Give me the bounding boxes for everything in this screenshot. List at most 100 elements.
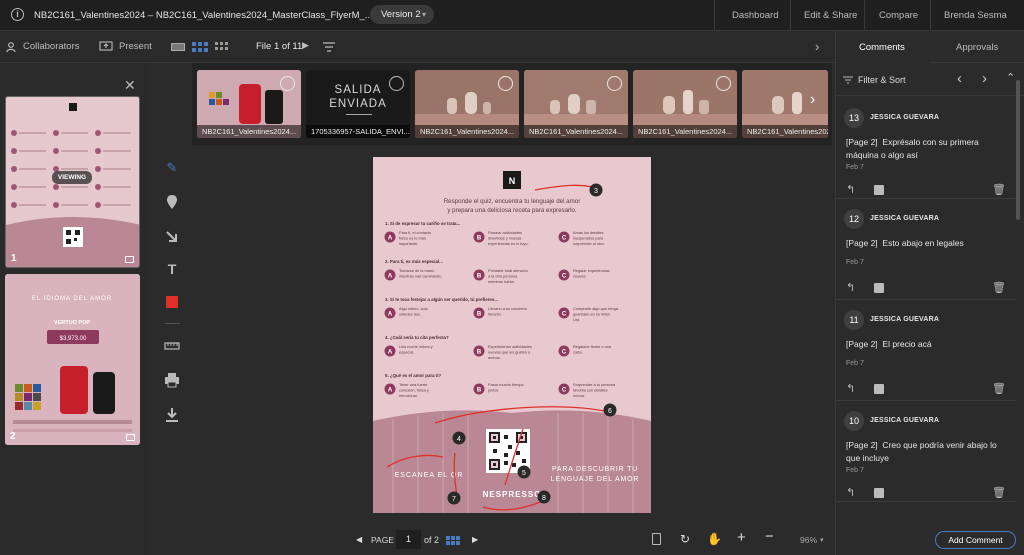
file-thumbnail[interactable]: NB2C161_Valentines2024... bbox=[415, 70, 519, 138]
comment-date: Feb 7 bbox=[846, 164, 864, 171]
option-letter: C bbox=[562, 387, 567, 393]
present-button[interactable]: Present bbox=[119, 41, 152, 52]
marker-7[interactable]: 7 bbox=[452, 496, 456, 503]
comment-page-ref: [Page 2] bbox=[846, 238, 878, 248]
play-icon[interactable]: ▶ bbox=[302, 40, 309, 51]
filter-sort-button[interactable]: Filter & Sort bbox=[858, 75, 906, 85]
chevron-right-icon[interactable]: › bbox=[982, 70, 987, 87]
resolve-checkbox-icon[interactable] bbox=[874, 384, 884, 394]
page-number-input[interactable]: 1 bbox=[396, 530, 421, 549]
marker-6[interactable]: 6 bbox=[608, 408, 612, 415]
tab-comments[interactable]: Comments bbox=[859, 42, 905, 53]
file-thumbnail[interactable]: SALIDA ENVIADA 1705336957-SALIDA_ENVI... bbox=[306, 70, 410, 138]
option-text: Regalar experiencias bbox=[573, 268, 610, 273]
reply-icon[interactable]: ↰ bbox=[846, 183, 855, 196]
option-text: experiencias es lo tuyo. bbox=[488, 241, 529, 246]
option-text: Planear actividades bbox=[488, 230, 522, 235]
ruler-icon[interactable] bbox=[164, 338, 180, 354]
resolve-checkbox-icon[interactable] bbox=[874, 185, 884, 195]
print-icon[interactable] bbox=[164, 372, 180, 388]
grid-view-icon[interactable] bbox=[192, 42, 208, 52]
comment-author: JESSICA GUEVARA bbox=[870, 417, 940, 424]
close-icon[interactable]: ✕ bbox=[124, 77, 136, 94]
reply-icon[interactable]: ↰ bbox=[846, 281, 855, 294]
info-icon[interactable]: i bbox=[11, 8, 24, 21]
page-label: PAGE bbox=[371, 535, 394, 545]
nav-edit-share[interactable]: Edit & Share bbox=[804, 10, 857, 21]
marker-3[interactable]: 3 bbox=[594, 188, 598, 195]
grid-view-icon[interactable] bbox=[446, 536, 460, 545]
chevron-right-icon[interactable]: › bbox=[810, 91, 815, 109]
zoom-level[interactable]: 96% bbox=[800, 535, 817, 545]
option-text: Comprarle algo que tenga bbox=[573, 306, 619, 311]
top-bar: i NB2C161_Valentines2024 – NB2C161_Valen… bbox=[0, 0, 1024, 31]
prev-page-icon[interactable]: ◀ bbox=[356, 535, 362, 544]
zoom-in-icon[interactable]: + bbox=[737, 529, 746, 546]
comment-card[interactable]: 12 JESSICA GUEVARA [Page 2] Esto abajo en … bbox=[836, 199, 1016, 300]
marker-4[interactable]: 4 bbox=[457, 436, 461, 443]
reply-icon[interactable]: ↰ bbox=[846, 382, 855, 395]
option-letter: B bbox=[477, 235, 482, 241]
approved-check-icon bbox=[607, 76, 622, 91]
marker-5[interactable]: 5 bbox=[522, 470, 526, 477]
file-thumbnail[interactable]: NB2C161_Valentines2024... bbox=[633, 70, 737, 138]
chevron-up-icon[interactable]: ⌃ bbox=[1006, 71, 1015, 84]
small-grid-view-icon[interactable] bbox=[215, 42, 228, 52]
option-letter: A bbox=[388, 311, 393, 317]
file-label: 1705336957-SALIDA_ENVI... bbox=[306, 125, 410, 138]
quiz-question: 5. ¿Qué es el amor para ti? bbox=[385, 373, 441, 378]
map-pin-icon[interactable] bbox=[164, 194, 180, 210]
comment-body: [Page 2] Creo que podría venir abajo lo … bbox=[846, 439, 1011, 465]
text-tool-icon[interactable]: T bbox=[164, 261, 180, 277]
tab-indicator bbox=[836, 61, 930, 63]
comment-card[interactable]: 10 JESSICA GUEVARA [Page 2] Creo que podrí… bbox=[836, 401, 1016, 502]
nav-dashboard[interactable]: Dashboard bbox=[732, 10, 778, 21]
comment-body: [Page 2] Esto abajo en legales bbox=[846, 237, 1011, 250]
user-menu[interactable]: Brenda Sesma bbox=[944, 10, 1007, 21]
page-number: 2 bbox=[10, 431, 16, 442]
comment-icon bbox=[126, 434, 135, 441]
comments-scrollbar[interactable] bbox=[1016, 80, 1020, 220]
page-thumbnail-2[interactable]: EL IDIOMA DEL AMOR VERTUO POP $3,973.00 … bbox=[5, 274, 140, 445]
document-page[interactable]: N Responde el quiz, encuentra tu lenguaj… bbox=[373, 157, 651, 513]
file-thumbnail[interactable]: NB2C161_Valentines2024... bbox=[197, 70, 301, 138]
version-dropdown[interactable]: Version 2 ▾ bbox=[370, 5, 434, 24]
resolve-checkbox-icon[interactable] bbox=[874, 488, 884, 498]
hand-pan-icon[interactable]: ✋ bbox=[707, 532, 722, 546]
big-text-line: ENVIADA bbox=[329, 98, 387, 110]
chevron-right-icon[interactable]: › bbox=[815, 39, 819, 54]
nav-compare[interactable]: Compare bbox=[879, 10, 918, 21]
collaborators-button[interactable]: Collaborators bbox=[23, 41, 80, 52]
add-comment-button[interactable]: Add Comment bbox=[935, 531, 1016, 549]
download-icon[interactable] bbox=[164, 407, 180, 423]
option-text: nuevas. bbox=[573, 274, 587, 279]
option-text: únicos. bbox=[573, 393, 585, 398]
chevron-down-icon[interactable]: ▾ bbox=[820, 536, 824, 544]
rotate-icon[interactable]: ↻ bbox=[680, 532, 690, 546]
filter-icon[interactable] bbox=[843, 76, 853, 84]
fit-page-icon[interactable] bbox=[652, 533, 661, 545]
color-swatch[interactable] bbox=[166, 296, 178, 308]
quiz-question: 3. Si te toca festejar a algún ser queri… bbox=[385, 297, 498, 302]
reply-icon[interactable]: ↰ bbox=[846, 486, 855, 499]
filter-icon[interactable] bbox=[323, 42, 335, 52]
arrow-icon[interactable] bbox=[164, 229, 180, 245]
option-text: especial. bbox=[399, 350, 414, 355]
single-view-icon[interactable] bbox=[171, 43, 185, 51]
comment-date: Feb 7 bbox=[846, 467, 864, 474]
divider bbox=[790, 0, 791, 31]
next-page-icon[interactable]: ▶ bbox=[472, 535, 478, 544]
file-thumbnail[interactable]: NB2C161_Valentines2024... bbox=[524, 70, 628, 138]
chevron-left-icon[interactable]: ‹ bbox=[957, 70, 962, 87]
trash-icon[interactable]: 🗑 bbox=[992, 486, 1006, 499]
trash-icon[interactable]: 🗑 bbox=[992, 183, 1006, 196]
resolve-checkbox-icon[interactable] bbox=[874, 283, 884, 293]
trash-icon[interactable]: 🗑 bbox=[992, 281, 1006, 294]
tab-approvals[interactable]: Approvals bbox=[956, 42, 998, 53]
comment-card[interactable]: 13 JESSICA GUEVARA [Page 2] Exprésalo con … bbox=[836, 98, 1016, 199]
comment-card[interactable]: 11 JESSICA GUEVARA [Page 2] El precio acá F… bbox=[836, 300, 1016, 401]
zoom-out-icon[interactable]: − bbox=[765, 528, 774, 545]
trash-icon[interactable]: 🗑 bbox=[992, 382, 1006, 395]
marker-8[interactable]: 8 bbox=[542, 495, 546, 502]
pencil-icon[interactable]: ✎ bbox=[164, 160, 180, 176]
